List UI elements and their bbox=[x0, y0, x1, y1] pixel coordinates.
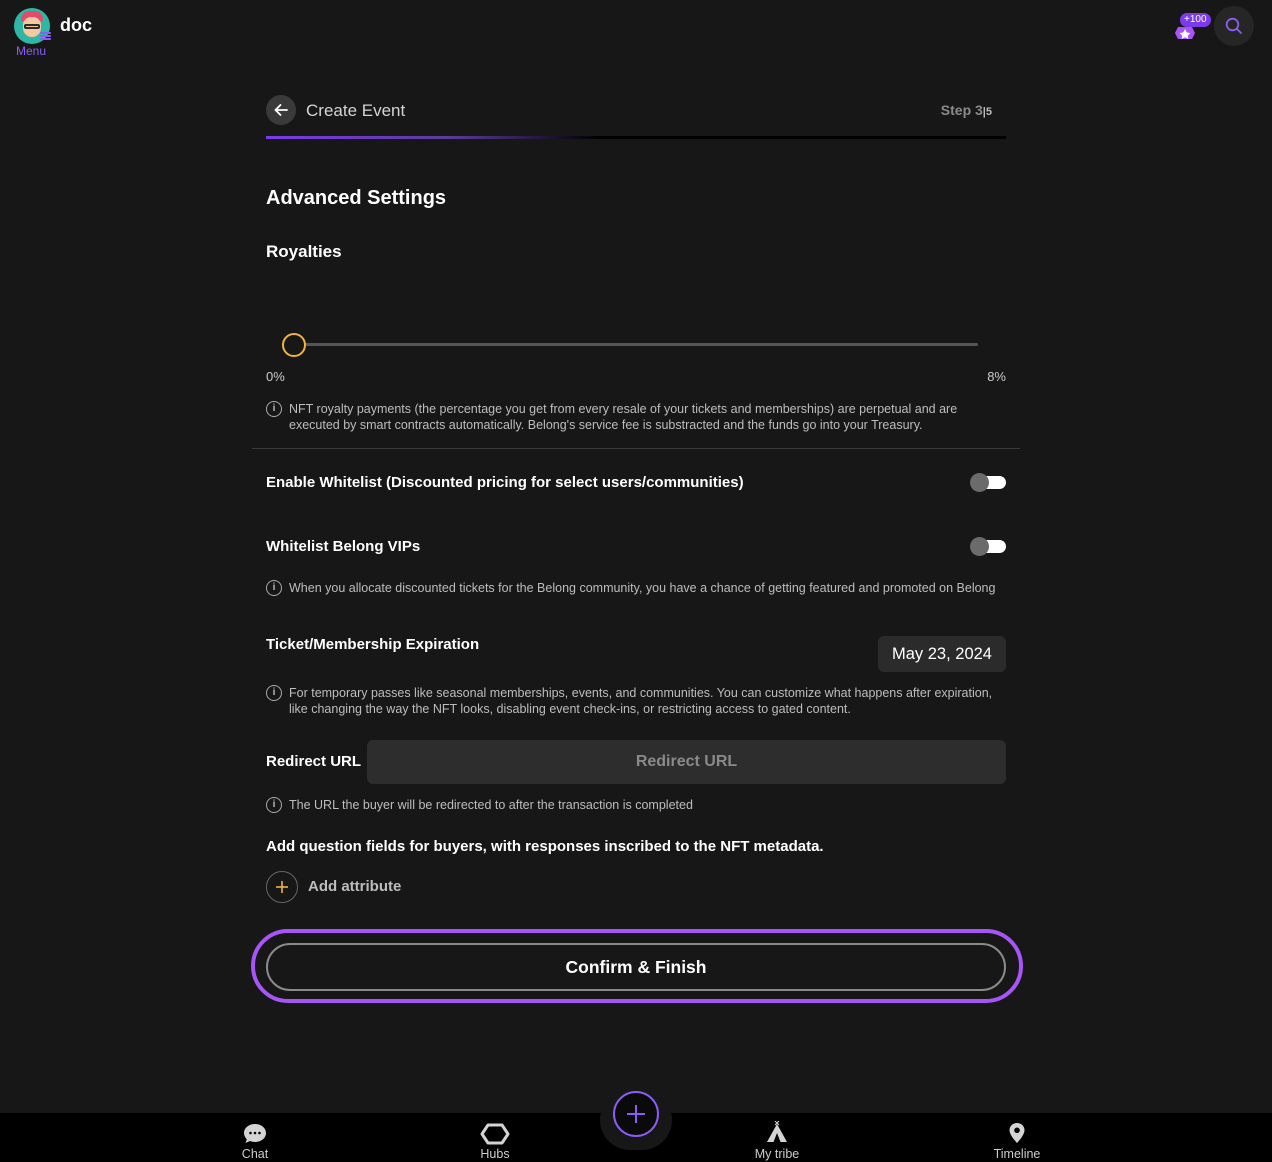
info-icon: i bbox=[266, 580, 282, 596]
expiration-label: Ticket/Membership Expiration bbox=[266, 636, 480, 653]
step-current: Step 3 bbox=[940, 102, 983, 118]
vips-info-text: When you allocate discounted tickets for… bbox=[289, 581, 996, 595]
divider bbox=[252, 448, 1020, 449]
menu-icon[interactable] bbox=[40, 32, 51, 41]
progress-bar bbox=[266, 136, 1006, 139]
points-count: +100 bbox=[1180, 13, 1211, 27]
slider-min-label: 0% bbox=[266, 369, 285, 384]
section-title: Advanced Settings bbox=[266, 187, 447, 209]
whitelist-label: Enable Whitelist (Discounted pricing for… bbox=[266, 474, 744, 491]
plus-icon bbox=[276, 881, 288, 893]
royalties-info-text: NFT royalty payments (the percentage you… bbox=[289, 402, 958, 432]
nav-timeline[interactable]: Timeline bbox=[967, 1121, 1067, 1161]
royalties-title: Royalties bbox=[266, 242, 342, 261]
nav-my-tribe[interactable]: My tribe bbox=[727, 1121, 827, 1161]
royalties-slider[interactable] bbox=[282, 333, 978, 357]
search-icon bbox=[1225, 17, 1242, 34]
redirect-label: Redirect URL bbox=[266, 753, 362, 770]
slider-thumb[interactable] bbox=[282, 333, 306, 357]
redirect-url-input[interactable] bbox=[367, 740, 1006, 784]
form-header: Create Event Step 3|5 bbox=[266, 95, 1006, 125]
royalties-info: i NFT royalty payments (the percentage y… bbox=[266, 401, 1006, 433]
expiration-date-picker[interactable]: May 23, 2024 bbox=[878, 636, 1006, 672]
nav-chat[interactable]: Chat bbox=[205, 1121, 305, 1161]
info-icon: i bbox=[266, 401, 282, 417]
back-button[interactable] bbox=[266, 95, 296, 125]
username: doc bbox=[60, 15, 93, 35]
confirm-finish-button[interactable]: Confirm & Finish bbox=[266, 943, 1006, 991]
progress-fill bbox=[266, 136, 1006, 139]
nav-timeline-label: Timeline bbox=[993, 1147, 1041, 1161]
points-badge[interactable]: +100 bbox=[1172, 13, 1212, 43]
add-attribute-label[interactable]: Add attribute bbox=[308, 878, 401, 895]
questions-label: Add question fields for buyers, with res… bbox=[266, 838, 824, 855]
toggle-knob bbox=[970, 473, 989, 492]
add-attribute-button[interactable] bbox=[266, 871, 298, 903]
hubs-icon bbox=[480, 1123, 510, 1145]
create-event-form: Create Event Step 3|5 Advanced Settings … bbox=[251, 95, 1023, 1003]
whitelist-toggle[interactable] bbox=[970, 473, 1006, 492]
slider-max-label: 8% bbox=[987, 369, 1006, 384]
expiration-info-text: For temporary passes like seasonal membe… bbox=[289, 686, 993, 716]
page-title: Create Event bbox=[306, 101, 406, 120]
nav-my-tribe-label: My tribe bbox=[754, 1147, 800, 1161]
menu-label[interactable]: Menu bbox=[16, 44, 46, 58]
plus-icon bbox=[627, 1105, 645, 1123]
location-pin-icon bbox=[1009, 1123, 1025, 1143]
nav-chat-label: Chat bbox=[241, 1147, 269, 1161]
vips-toggle[interactable] bbox=[970, 537, 1006, 556]
info-icon: i bbox=[266, 797, 282, 813]
nav-hubs-label: Hubs bbox=[480, 1147, 510, 1161]
search-button[interactable] bbox=[1214, 6, 1254, 46]
vips-label: Whitelist Belong VIPs bbox=[266, 538, 421, 555]
vips-info: i When you allocate discounted tickets f… bbox=[266, 580, 1006, 596]
step-indicator: Step 3|5 bbox=[941, 102, 992, 118]
step-total: 5 bbox=[985, 106, 992, 118]
chat-icon bbox=[244, 1124, 266, 1143]
arrow-left-icon bbox=[274, 104, 288, 116]
avatar-glasses bbox=[24, 24, 40, 29]
redirect-info-text: The URL the buyer will be redirected to … bbox=[289, 798, 693, 812]
tent-icon bbox=[767, 1121, 787, 1142]
redirect-info: i The URL the buyer will be redirected t… bbox=[266, 797, 1006, 813]
nav-hubs[interactable]: Hubs bbox=[445, 1121, 545, 1161]
create-fab-button[interactable] bbox=[613, 1091, 659, 1137]
toggle-knob bbox=[970, 537, 989, 556]
expiration-info: i For temporary passes like seasonal mem… bbox=[266, 685, 1006, 717]
info-icon: i bbox=[266, 685, 282, 701]
slider-track bbox=[282, 343, 978, 346]
top-bar: doc Menu +100 bbox=[0, 0, 1272, 60]
